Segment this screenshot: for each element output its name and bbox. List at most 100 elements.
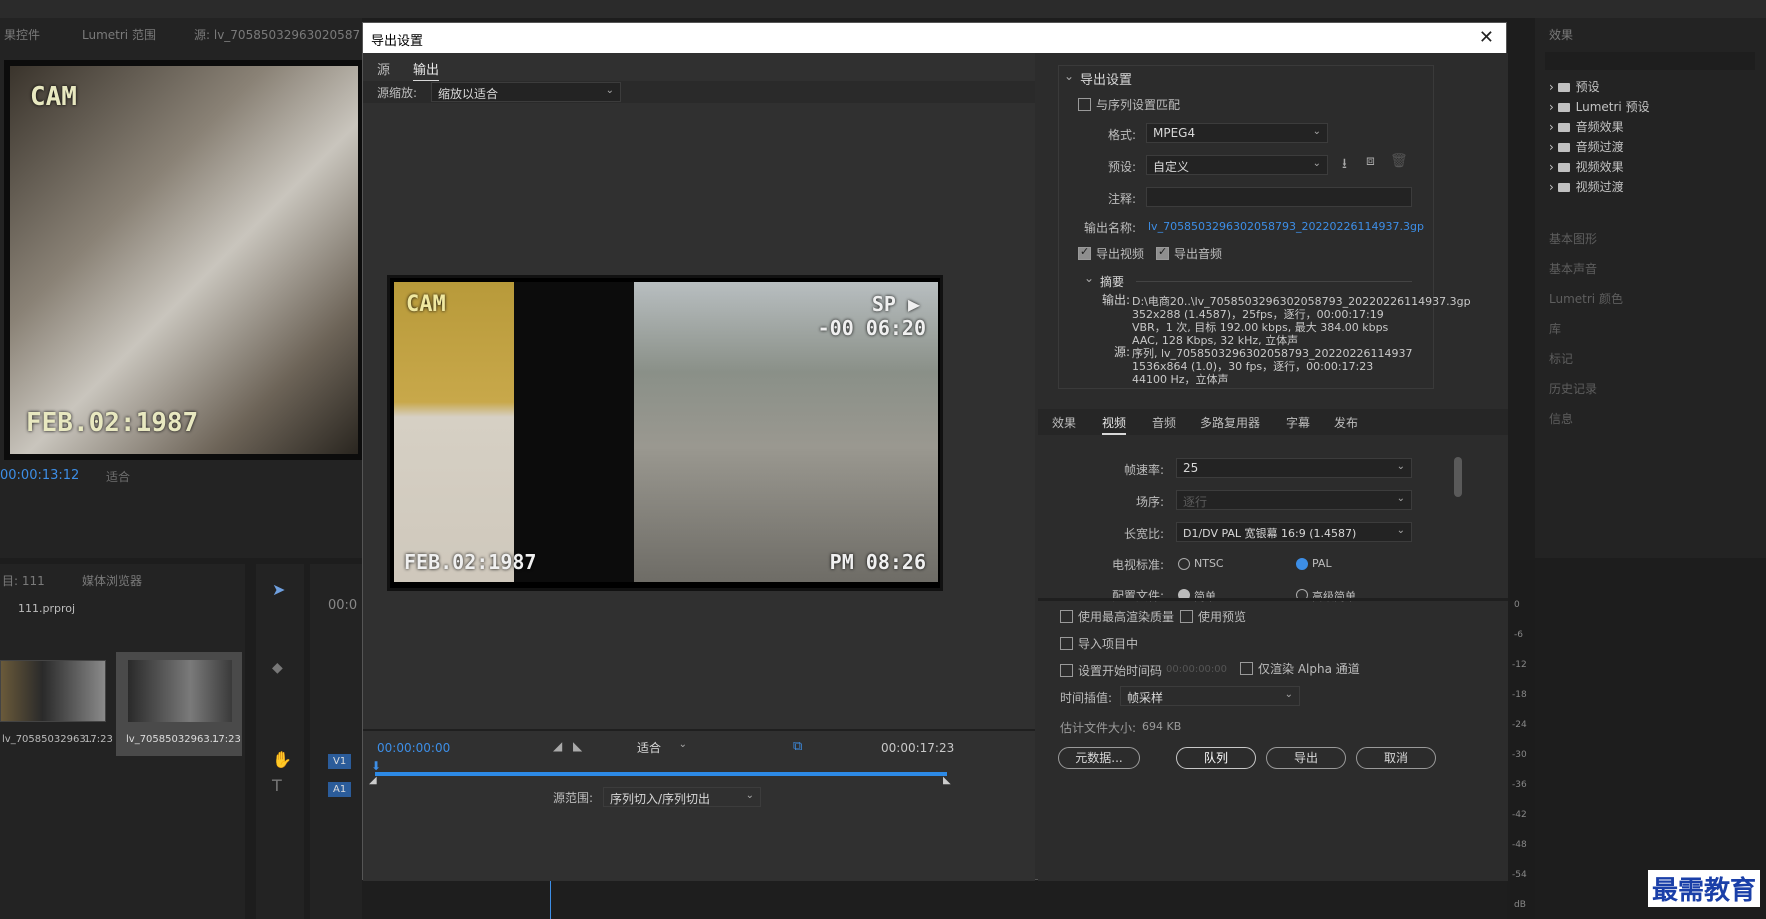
effects-search-input[interactable]	[1545, 52, 1755, 70]
render-alpha-checkbox[interactable]	[1240, 662, 1253, 675]
set-in-point-icon[interactable]: ◢	[553, 739, 562, 753]
effects-item-video-transitions[interactable]: › 视频过渡	[1549, 178, 1624, 195]
razor-tool-icon[interactable]: ◆	[272, 660, 283, 676]
effects-item-audio-effects[interactable]: › 音频效果	[1549, 118, 1624, 135]
framerate-select[interactable]: 25 ⌄	[1176, 458, 1412, 478]
tab-publish[interactable]: 发布	[1334, 414, 1358, 431]
close-icon[interactable]: ✕	[1479, 27, 1494, 48]
panel-history[interactable]: 历史记录	[1549, 380, 1597, 397]
hand-tool-icon[interactable]: ✋	[272, 750, 292, 769]
tab-effects[interactable]: 效果	[1052, 414, 1076, 431]
summary-header: 摘要	[1100, 275, 1125, 289]
out-point-handle-icon[interactable]: ◣	[943, 775, 951, 786]
effects-item-presets[interactable]: › 预设	[1549, 78, 1600, 95]
playhead-marker-icon[interactable]: ⬇	[371, 759, 381, 773]
thumb-clip-2-card[interactable]: lv_70585032963... 17:23	[116, 652, 242, 756]
preset-select[interactable]: 自定义 ⌄	[1146, 155, 1328, 175]
comment-field[interactable]	[1146, 187, 1412, 207]
thumb-clip-1-duration: 17:23	[84, 734, 113, 745]
set-out-point-icon[interactable]: ◣	[573, 739, 582, 753]
preview-date-label: FEB.02:1987	[404, 550, 537, 574]
collapse-chevron-icon[interactable]: ⌄	[1064, 69, 1074, 83]
tab-media-browser[interactable]: 媒体浏览器	[82, 572, 142, 589]
profile-label: 配置文件:	[1112, 589, 1165, 603]
zoom-fit-select[interactable]: 适合 ⌄	[631, 737, 693, 757]
match-sequence-checkbox[interactable]	[1078, 98, 1091, 111]
export-audio-checkbox[interactable]	[1156, 245, 1169, 260]
timeline-range-bar[interactable]	[375, 772, 947, 776]
source-scale-select[interactable]: 缩放以适合 ⌄	[431, 82, 621, 102]
timeline-playhead[interactable]	[550, 880, 551, 919]
preview-counter-label: -00 06:20	[817, 316, 926, 340]
export-button[interactable]: 导出	[1266, 747, 1346, 769]
export-video-checkbox[interactable]	[1078, 245, 1091, 260]
tab-multiplexer[interactable]: 多路复用器	[1200, 414, 1260, 431]
tab-project[interactable]: 目: 111	[2, 572, 45, 589]
watermark-logo: 最需教育	[1647, 870, 1760, 907]
track-a1[interactable]: A1	[328, 782, 352, 797]
panel-libraries[interactable]: 库	[1549, 320, 1561, 337]
time-interpolation-select[interactable]: 帧采样 ⌄	[1120, 686, 1300, 706]
time-interpolation-label: 时间插值:	[1060, 691, 1113, 705]
preview-cam-label: CAM	[406, 292, 446, 317]
effects-item-video-effects[interactable]: › 视频效果	[1549, 158, 1624, 175]
est-file-size-label: 估计文件大小:	[1060, 721, 1137, 735]
effects-item-audio-transitions[interactable]: › 音频过渡	[1549, 138, 1624, 155]
pal-radio[interactable]	[1296, 558, 1308, 570]
in-point-handle-icon[interactable]: ◢	[369, 775, 377, 786]
tab-audio[interactable]: 音频	[1152, 414, 1176, 431]
track-v1[interactable]: V1	[328, 754, 352, 769]
save-preset-icon[interactable]: ⭳	[1342, 153, 1347, 177]
start-timecode-field[interactable]: 00:00:00:00	[1166, 664, 1227, 675]
framerate-label: 帧速率:	[1124, 463, 1165, 477]
use-preview-checkbox[interactable]	[1180, 610, 1193, 623]
type-tool-icon[interactable]: T	[272, 776, 282, 795]
panel-essential-graphics[interactable]: 基本图形	[1549, 230, 1597, 247]
selection-tool-icon[interactable]: ➤	[272, 580, 285, 599]
use-preview-label: 使用预览	[1198, 610, 1247, 624]
source-timecode[interactable]: 00:00:13:12	[0, 468, 79, 483]
aspect-correction-icon[interactable]: ⧉	[793, 739, 802, 754]
meter-label: -48	[1512, 840, 1527, 850]
aspect-select[interactable]: D1/DV PAL 宽银幕 16:9 (1.4587) ⌄	[1176, 522, 1412, 542]
delete-preset-icon[interactable]: 🗑	[1390, 153, 1408, 169]
thumb-clip-1[interactable]	[0, 660, 106, 722]
tab-captions[interactable]: 字幕	[1286, 414, 1310, 431]
tab-effect-controls[interactable]: 果控件	[4, 26, 40, 43]
cancel-button[interactable]: 取消	[1356, 747, 1436, 769]
import-preset-icon[interactable]: ⧈	[1366, 153, 1375, 169]
thumb-clip-2-duration: 17:23	[212, 734, 241, 745]
field-order-select[interactable]: 逐行 ⌄	[1176, 490, 1412, 510]
ntsc-radio[interactable]	[1178, 558, 1190, 570]
tab-lumetri-scopes[interactable]: Lumetri 范围	[82, 26, 156, 43]
meter-label: -24	[1512, 720, 1527, 730]
tab-source[interactable]: 源	[377, 59, 390, 78]
panel-markers[interactable]: 标记	[1549, 350, 1573, 367]
output-name-link[interactable]: lv_7058503296302058793_20220226114937.3g…	[1148, 220, 1424, 233]
panel-info[interactable]: 信息	[1549, 410, 1573, 427]
queue-button[interactable]: 队列	[1176, 747, 1256, 769]
preview-pane: 源 输出 源缩放: 缩放以适合 ⌄ CAM SP ▶ -00 06:20 FEB.…	[363, 53, 1035, 881]
panel-essential-sound[interactable]: 基本声音	[1549, 260, 1597, 277]
max-render-quality-checkbox[interactable]	[1060, 610, 1073, 623]
tab-video[interactable]: 视频	[1102, 414, 1127, 435]
metadata-button[interactable]: 元数据...	[1058, 747, 1140, 769]
import-project-checkbox[interactable]	[1060, 637, 1073, 650]
summary-source-label: 源:	[1114, 345, 1131, 359]
tab-output[interactable]: 输出	[413, 59, 440, 82]
tab-source[interactable]: 源: lv_705850329630205879_20	[194, 26, 360, 43]
summary-chevron-icon[interactable]: ⌄	[1084, 271, 1094, 285]
start-timecode[interactable]: 00:00:00:00	[377, 741, 450, 755]
set-start-timecode-checkbox[interactable]	[1060, 664, 1073, 677]
source-range-select[interactable]: 序列切入/序列切出 ⌄	[603, 787, 761, 807]
source-fit-select[interactable]: 适合	[106, 468, 130, 485]
source-range-label: 源范围:	[553, 791, 594, 805]
source-scale-label: 源缩放:	[377, 86, 418, 100]
output-name-label: 输出名称:	[1084, 221, 1137, 235]
effects-item-lumetri-presets[interactable]: › Lumetri 预设	[1549, 98, 1650, 115]
profile-simple-label: 简单	[1194, 590, 1216, 603]
format-select[interactable]: MPEG4 ⌄	[1146, 123, 1328, 143]
effects-panel-title[interactable]: 效果	[1549, 26, 1573, 43]
panel-lumetri-color[interactable]: Lumetri 颜色	[1549, 290, 1623, 307]
settings-scrollbar[interactable]	[1454, 457, 1462, 497]
